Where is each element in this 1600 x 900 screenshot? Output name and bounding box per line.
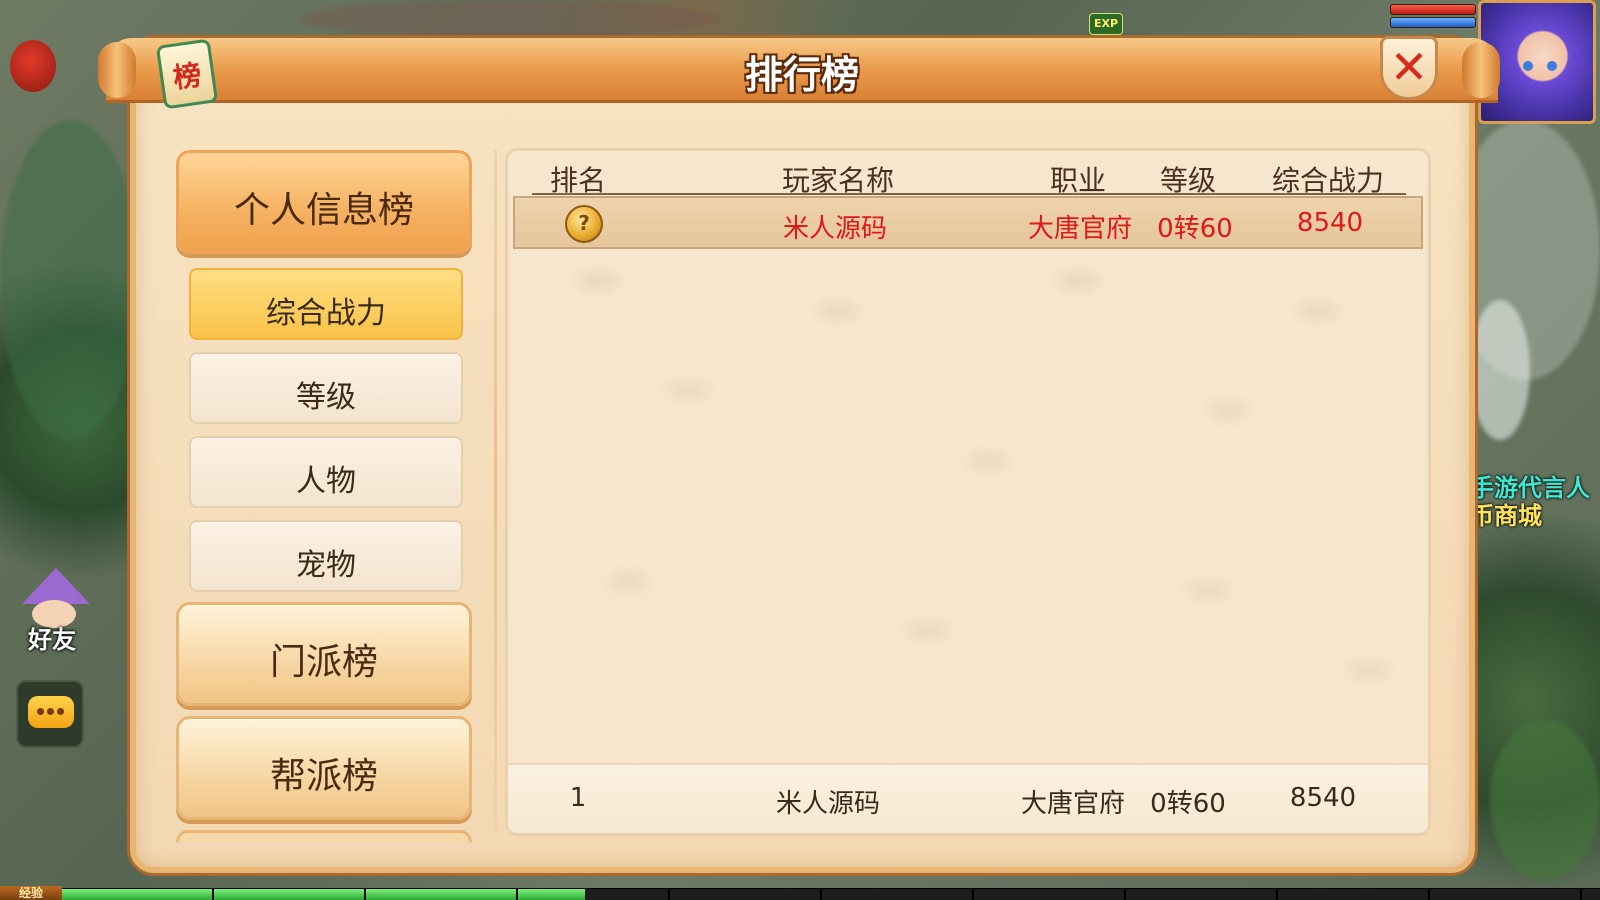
ranking-plaque-icon: 榜 xyxy=(146,32,222,110)
menu-divider xyxy=(494,150,497,830)
hp-mp-bars xyxy=(1390,4,1476,30)
gourd-activity-icon[interactable] xyxy=(10,40,56,92)
title-scroll-left xyxy=(98,42,136,98)
exp-badge[interactable]: EXP xyxy=(1089,13,1123,35)
header-divider xyxy=(532,193,1406,195)
panel-title: 排行榜 xyxy=(744,53,859,97)
hp-bar xyxy=(1390,4,1476,15)
my-rank: 1 xyxy=(569,783,587,813)
gold-medal-icon: ? xyxy=(565,205,603,243)
submenu-pet[interactable]: 宠物 xyxy=(189,520,463,592)
side-shop-text[interactable]: 币商城 xyxy=(1470,496,1542,531)
menu-sect-label: 门派榜 xyxy=(269,642,378,683)
friend-button[interactable]: 好友 xyxy=(14,568,90,654)
scene-building xyxy=(0,120,140,440)
my-player-name: 米人源码 xyxy=(775,789,880,819)
scene-tree xyxy=(1490,720,1600,880)
submenu-label: 综合战力 xyxy=(266,296,386,331)
avatar-eye xyxy=(1547,61,1557,71)
submenu-combat-power[interactable]: 综合战力 xyxy=(189,268,463,340)
menu-sect-ranking[interactable]: 门派榜 xyxy=(176,602,472,706)
scene-characters xyxy=(300,0,720,38)
submenu-label: 宠物 xyxy=(296,548,356,583)
npc-character[interactable] xyxy=(1470,300,1530,440)
friend-hat-icon xyxy=(22,568,90,604)
menu-personal-label: 个人信息榜 xyxy=(233,190,414,231)
menu-personal-ranking[interactable]: 个人信息榜 xyxy=(176,150,472,254)
chat-bubble-icon xyxy=(28,696,74,728)
my-ranking-row: 1 米人源码 大唐官府 0转60 8540 xyxy=(508,763,1428,833)
experience-bar xyxy=(0,888,1600,900)
submenu-label: 人物 xyxy=(296,464,356,499)
menu-guild-ranking[interactable]: 帮派榜 xyxy=(176,716,472,820)
ranking-table: 排名 玩家名称 职业 等级 综合战力 ? 米人源码 大唐官府 0转60 8540… xyxy=(505,148,1431,836)
medal-glyph: ? xyxy=(578,211,590,235)
avatar-eye xyxy=(1523,61,1533,71)
row-class: 大唐官府 xyxy=(1027,214,1132,244)
submenu-level[interactable]: 等级 xyxy=(189,352,463,424)
close-icon: ✕ xyxy=(1389,40,1429,94)
row-combat-power: 8540 xyxy=(1296,208,1364,238)
chat-button[interactable] xyxy=(16,680,84,748)
menu-guild-label: 帮派榜 xyxy=(269,756,378,797)
close-button[interactable]: ✕ xyxy=(1380,36,1438,100)
table-empty-area xyxy=(508,251,1428,759)
mp-bar xyxy=(1390,17,1476,28)
friend-label: 好友 xyxy=(28,626,76,654)
experience-ticks xyxy=(62,889,1600,900)
my-combat-power: 8540 xyxy=(1289,783,1357,813)
title-scroll-right xyxy=(1462,42,1500,98)
plaque-char: 榜 xyxy=(171,58,204,95)
submenu-character[interactable]: 人物 xyxy=(189,436,463,508)
table-row[interactable]: ? 米人源码 大唐官府 0转60 8540 xyxy=(513,196,1423,249)
experience-label: 经验 xyxy=(0,886,62,900)
my-level: 0转60 xyxy=(1150,789,1226,819)
row-player-name: 米人源码 xyxy=(782,214,887,244)
my-class: 大唐官府 xyxy=(1020,789,1125,819)
menu-more-stub[interactable] xyxy=(176,830,472,842)
submenu-label: 等级 xyxy=(296,380,356,415)
row-level: 0转60 xyxy=(1157,214,1233,244)
